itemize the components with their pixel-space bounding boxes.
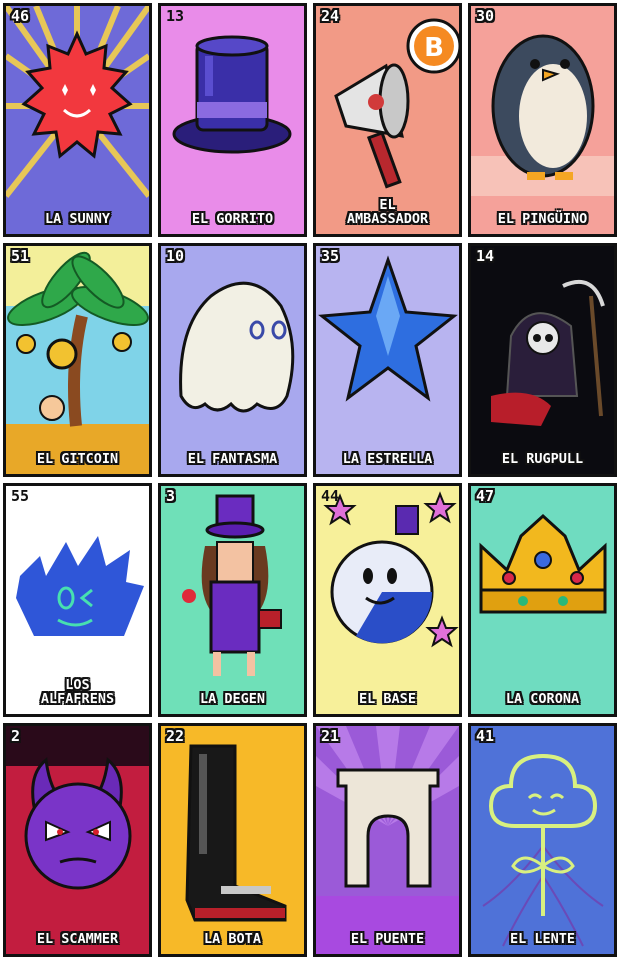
card-number: 13 — [166, 7, 185, 25]
card-la-estrella[interactable]: 35 LA ESTRELLA — [313, 243, 462, 477]
card-number: 14 — [476, 247, 495, 265]
card-label: LA BOTA — [204, 931, 261, 947]
card-label: LA CORONA — [505, 691, 580, 707]
degen-character-icon — [161, 486, 304, 714]
card-el-fantasma[interactable]: 10 EL FANTASMA — [158, 243, 307, 477]
card-label: LOS ALFAFRENS — [40, 677, 115, 707]
card-number: 30 — [476, 7, 495, 25]
card-number: 41 — [476, 727, 495, 745]
card-label: EL SCAMMER — [36, 931, 119, 947]
card-number: 3 — [166, 487, 176, 505]
card-la-degen[interactable]: 3 LA DEGEN — [158, 483, 307, 717]
card-el-pinguino[interactable]: 30 EL PINGÜINO — [468, 3, 617, 237]
card-el-rugpull[interactable]: 14 EL RUGPULL — [468, 243, 617, 477]
card-label: EL BASE — [359, 691, 416, 707]
card-label: EL PUENTE — [350, 931, 425, 947]
card-la-bota[interactable]: 22 LA BOTA — [158, 723, 307, 957]
crown-icon — [471, 486, 614, 714]
arch-bridge-icon — [316, 726, 459, 954]
card-label: EL GORRITO — [191, 211, 274, 227]
card-los-alfafrens[interactable]: 55 LOS ALFAFRENS — [3, 483, 152, 717]
card-label: EL AMBASSADOR — [346, 197, 429, 227]
card-label: LA SUNNY — [44, 211, 111, 227]
card-la-corona[interactable]: 47 LA CORONA — [468, 483, 617, 717]
card-label: EL FANTASMA — [187, 451, 278, 467]
card-number: 46 — [11, 7, 30, 25]
card-label: EL RUGPULL — [501, 451, 584, 467]
card-number: 35 — [321, 247, 340, 265]
card-number: 2 — [11, 727, 21, 745]
card-number: 10 — [166, 247, 185, 265]
card-el-ambassador[interactable]: B 24 EL AMBASSADOR — [313, 3, 462, 237]
card-el-scammer[interactable]: 2 EL SCAMMER — [3, 723, 152, 957]
card-el-gorrito[interactable]: 13 EL GORRITO — [158, 3, 307, 237]
svg-text:B: B — [424, 33, 444, 63]
card-el-puente[interactable]: 21 EL PUENTE — [313, 723, 462, 957]
card-number: 21 — [321, 727, 340, 745]
card-number: 24 — [321, 7, 340, 25]
loteria-card-grid: 46 LA SUNNY 13 EL GORRITO B 24 EL AMBASS… — [0, 0, 618, 960]
base-orb-icon — [316, 486, 459, 714]
card-number: 22 — [166, 727, 185, 745]
card-number: 51 — [11, 247, 30, 265]
card-el-gitcoin[interactable]: 51 EL GITCOIN — [3, 243, 152, 477]
card-el-base[interactable]: 44 EL BASE — [313, 483, 462, 717]
card-label: LA ESTRELLA — [342, 451, 433, 467]
reaper-icon — [471, 246, 614, 474]
devil-face-icon — [6, 726, 149, 954]
card-label: EL GITCOIN — [36, 451, 119, 467]
card-la-sunny[interactable]: 46 LA SUNNY — [3, 3, 152, 237]
card-number: 44 — [321, 487, 340, 505]
sun-icon — [6, 6, 149, 234]
star-icon — [316, 246, 459, 474]
penguin-icon — [471, 6, 614, 234]
lens-flower-icon — [471, 726, 614, 954]
card-el-lente[interactable]: 41 EL LENTE — [468, 723, 617, 957]
card-label: EL LENTE — [509, 931, 576, 947]
card-label: LA DEGEN — [199, 691, 266, 707]
ghost-icon — [161, 246, 304, 474]
top-hat-icon — [161, 6, 304, 234]
card-number: 55 — [11, 487, 30, 505]
card-number: 47 — [476, 487, 495, 505]
card-label: EL PINGÜINO — [497, 211, 588, 227]
boot-icon — [161, 726, 304, 954]
palm-tree-icon — [6, 246, 149, 474]
